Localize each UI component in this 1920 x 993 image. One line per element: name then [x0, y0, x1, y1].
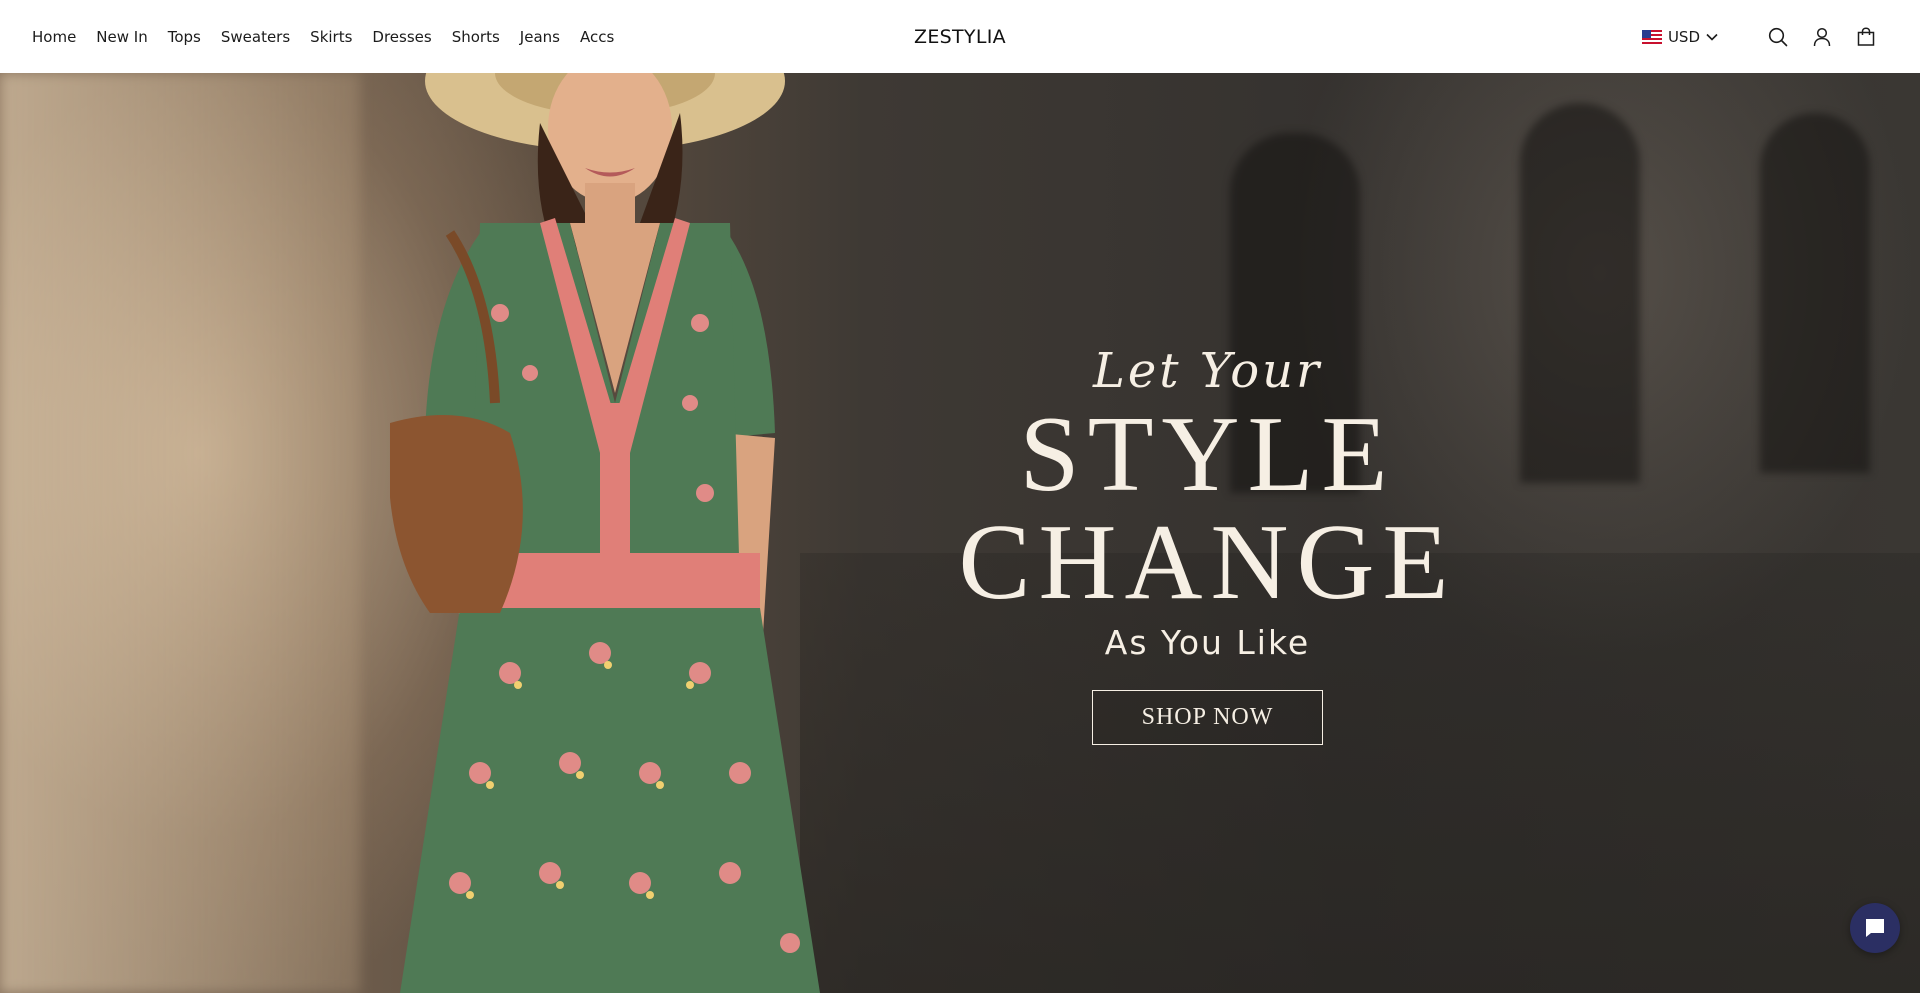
nav-sweaters[interactable]: Sweaters — [221, 28, 290, 46]
nav-shorts[interactable]: Shorts — [452, 28, 500, 46]
cart-icon — [1857, 26, 1875, 46]
site-header: Home New In Tops Sweaters Skirts Dresses… — [0, 0, 1920, 73]
main-nav: Home New In Tops Sweaters Skirts Dresses… — [32, 0, 634, 73]
hero-headline-change: CHANGE — [958, 503, 1457, 622]
nav-jeans[interactable]: Jeans — [520, 28, 560, 46]
cart-button[interactable] — [1854, 25, 1878, 49]
chat-bubble-icon — [1866, 919, 1884, 937]
hero-headline-style: STYLE — [1019, 395, 1396, 514]
background-stone-wall — [0, 73, 360, 993]
header-actions: USD — [1641, 0, 1878, 73]
search-icon — [1768, 27, 1788, 46]
shop-now-button[interactable]: SHOP NOW — [1092, 690, 1323, 745]
us-flag-icon — [1641, 29, 1662, 44]
currency-label: USD — [1667, 27, 1700, 46]
nav-accs[interactable]: Accs — [580, 28, 614, 46]
hero-tagline-italic: Let Your — [1092, 343, 1323, 399]
chat-widget-button[interactable] — [1850, 903, 1900, 953]
background-arch — [1520, 103, 1640, 483]
account-icon — [1813, 27, 1831, 46]
search-button[interactable] — [1766, 25, 1790, 49]
chevron-down-icon — [1706, 33, 1718, 41]
background-arch — [1760, 113, 1870, 473]
site-logo[interactable]: ZESTYLIA — [914, 26, 1006, 48]
hero-model-image — [390, 73, 820, 993]
nav-skirts[interactable]: Skirts — [310, 28, 352, 46]
nav-dresses[interactable]: Dresses — [372, 28, 431, 46]
hero-subheadline: As You Like — [1104, 623, 1311, 662]
hero-banner[interactable]: Let Your STYLE CHANGE As You Like SHOP N… — [0, 73, 1920, 993]
nav-new-in[interactable]: New In — [96, 28, 147, 46]
account-button[interactable] — [1810, 25, 1834, 49]
hero-text-block: Let Your STYLE CHANGE As You Like SHOP N… — [900, 341, 1515, 745]
nav-tops[interactable]: Tops — [168, 28, 201, 46]
nav-home[interactable]: Home — [32, 28, 76, 46]
currency-selector[interactable]: USD — [1641, 27, 1718, 46]
